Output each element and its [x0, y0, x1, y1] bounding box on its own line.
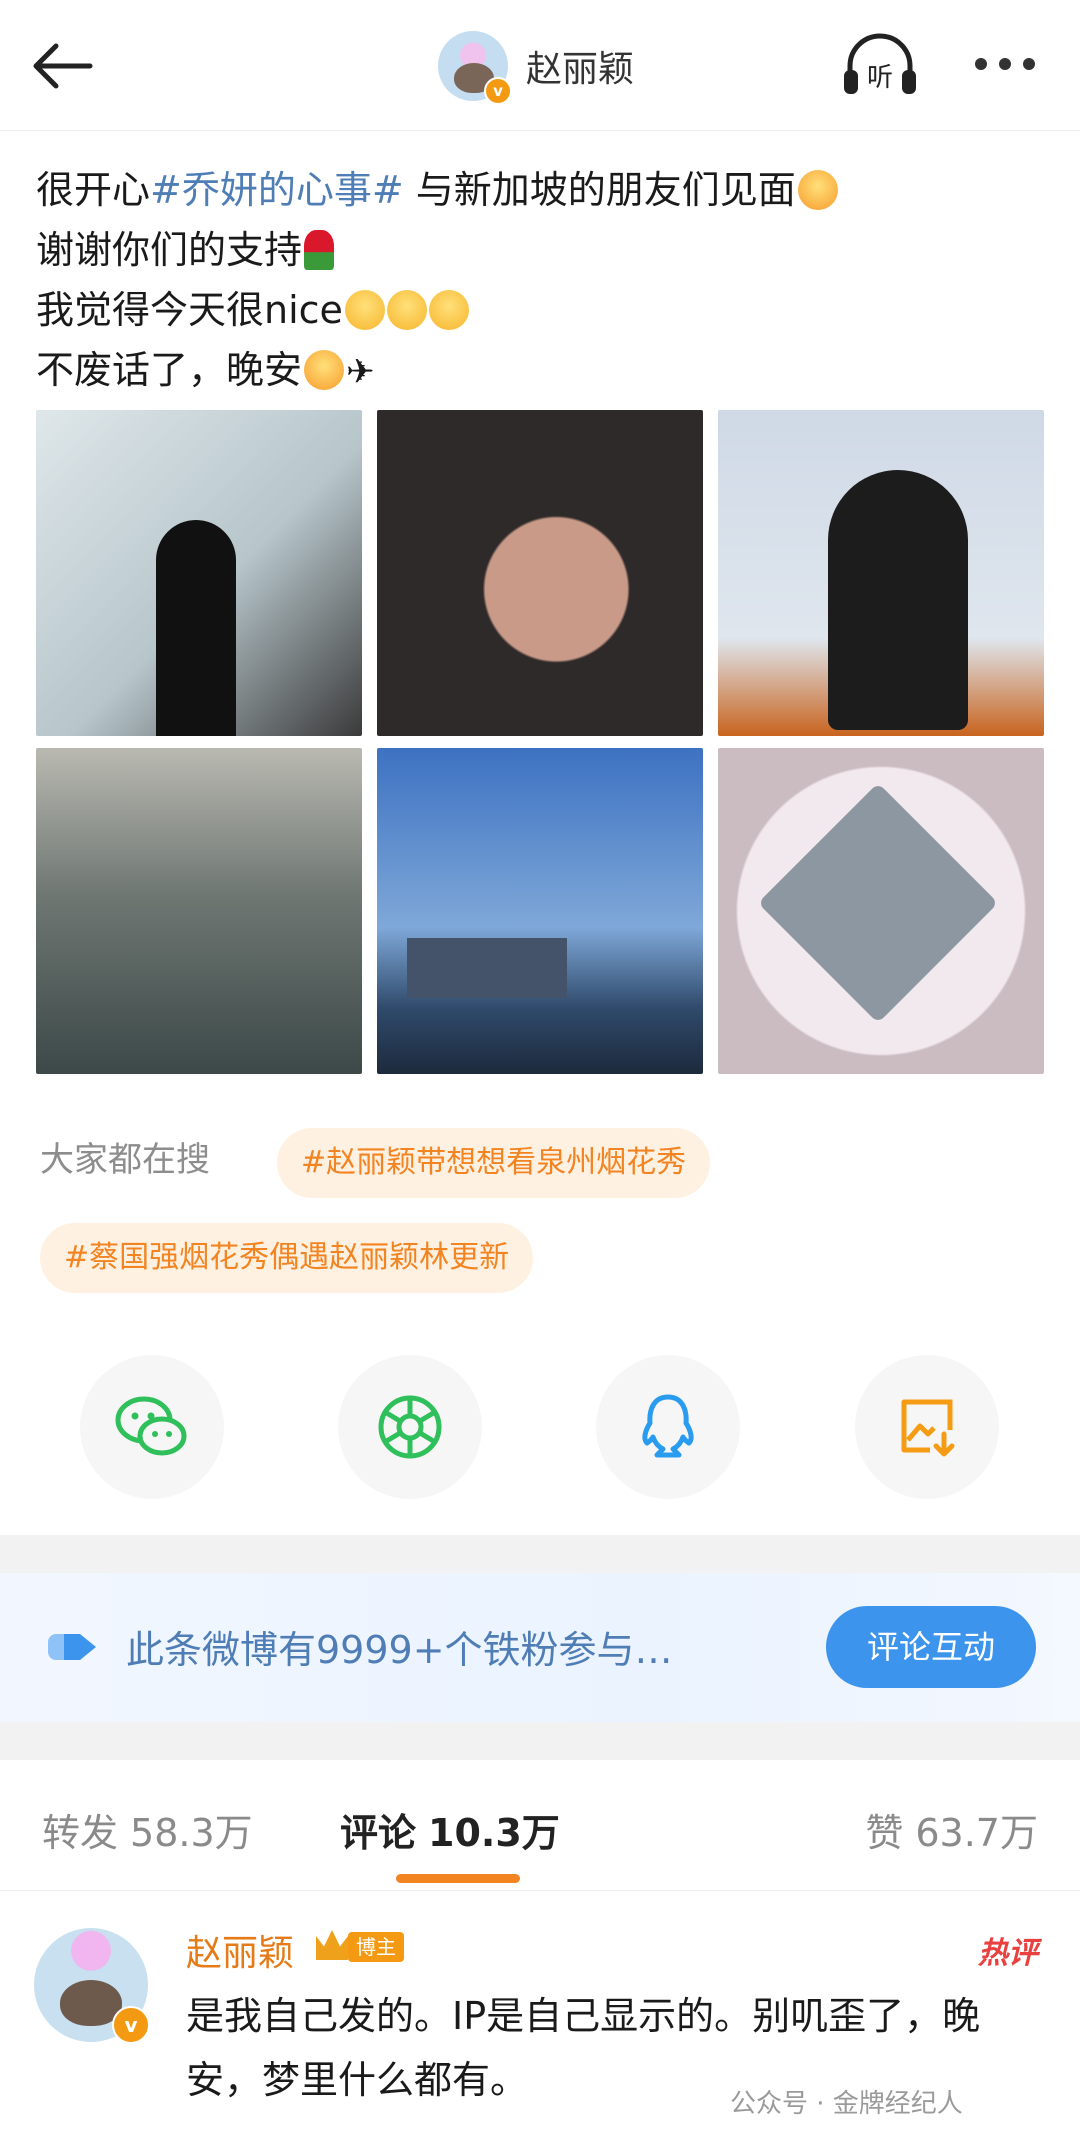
topic-link[interactable]: #乔妍的心事# [150, 168, 404, 212]
top-bar: v 赵丽颖 听 [0, 0, 1080, 131]
post-line-2: 谢谢你们的支持 [36, 220, 1046, 280]
fans-banner[interactable]: 此条微博有9999+个铁粉参与… 评论互动 [0, 1573, 1080, 1722]
fans-badge-icon [48, 1634, 96, 1660]
commenter-avatar[interactable]: v [34, 1928, 150, 2044]
comment-interact-button[interactable]: 评论互动 [826, 1606, 1036, 1688]
trending-chip[interactable]: #蔡国强烟花秀偶遇赵丽颖林更新 [40, 1223, 534, 1293]
listen-headphone-icon[interactable]: 听 [840, 32, 920, 98]
hot-comment-badge: 热评 [978, 1936, 1038, 1971]
section-divider [0, 1535, 1080, 1573]
smile-emoji-icon [386, 290, 427, 330]
active-tab-indicator [396, 1874, 520, 1883]
section-divider [0, 1722, 1080, 1760]
watermark: 公众号 · 金牌经纪人 [730, 2089, 963, 2119]
smile-emoji-icon [344, 290, 385, 330]
listen-label: 听 [867, 63, 893, 93]
post-text: 很开心#乔妍的心事# 与新加坡的朋友们见面 谢谢你们的支持 我觉得今天很nice… [36, 160, 1046, 402]
commenter-name[interactable]: 赵丽颖 [186, 1924, 294, 1976]
photo-grid [36, 410, 1044, 1074]
verified-badge: v [112, 2006, 150, 2044]
photo-3[interactable] [718, 410, 1044, 736]
save-image-icon [901, 1399, 955, 1457]
party-emoji-icon [304, 350, 345, 390]
share-save-image-button[interactable] [855, 1355, 999, 1499]
title-area[interactable]: v 赵丽颖 [438, 28, 635, 105]
post-line-3: 我觉得今天很nice [36, 280, 1046, 340]
tab-likes[interactable]: 赞 63.7万 [865, 1802, 1038, 1857]
smile-emoji-icon [428, 290, 469, 330]
photo-6[interactable] [718, 748, 1044, 1074]
photo-4[interactable] [36, 748, 362, 1074]
tab-comments[interactable]: 评论 10.3万 [340, 1802, 560, 1857]
blogger-badge: 博主 [348, 1932, 404, 1962]
photo-5[interactable] [377, 748, 703, 1074]
trending-label: 大家都在搜 [40, 1140, 210, 1180]
rose-emoji-icon [304, 230, 335, 270]
crown-icon [316, 1930, 348, 1960]
back-arrow-icon[interactable] [28, 38, 98, 94]
post-line-1: 很开心#乔妍的心事# 与新加坡的朋友们见面 [36, 160, 1046, 220]
photo-1[interactable] [36, 410, 362, 736]
share-moments-button[interactable] [338, 1355, 482, 1499]
wechat-icon [115, 1396, 187, 1456]
moments-icon [378, 1395, 442, 1459]
verified-badge: v [484, 77, 512, 105]
post-tabs: 转发 58.3万 评论 10.3万 赞 63.7万 [0, 1760, 1080, 1891]
fans-text: 此条微博有9999+个铁粉参与… [126, 1628, 673, 1672]
avatar[interactable]: v [438, 31, 512, 105]
page-title: 赵丽颖 [526, 49, 635, 90]
share-qq-button[interactable] [596, 1355, 740, 1499]
share-wechat-button[interactable] [80, 1355, 224, 1499]
post-line-4: 不废话了，晚安 ✈ [36, 340, 1046, 402]
airplane-emoji-icon: ✈ [346, 352, 375, 392]
kiss-emoji-icon [797, 170, 838, 210]
photo-2[interactable] [377, 410, 703, 736]
tab-repost[interactable]: 转发 58.3万 [42, 1802, 253, 1857]
qq-icon [642, 1394, 694, 1458]
trending-chip[interactable]: #赵丽颖带想想看泉州烟花秀 [277, 1128, 711, 1198]
more-dots-icon[interactable] [975, 44, 1065, 84]
